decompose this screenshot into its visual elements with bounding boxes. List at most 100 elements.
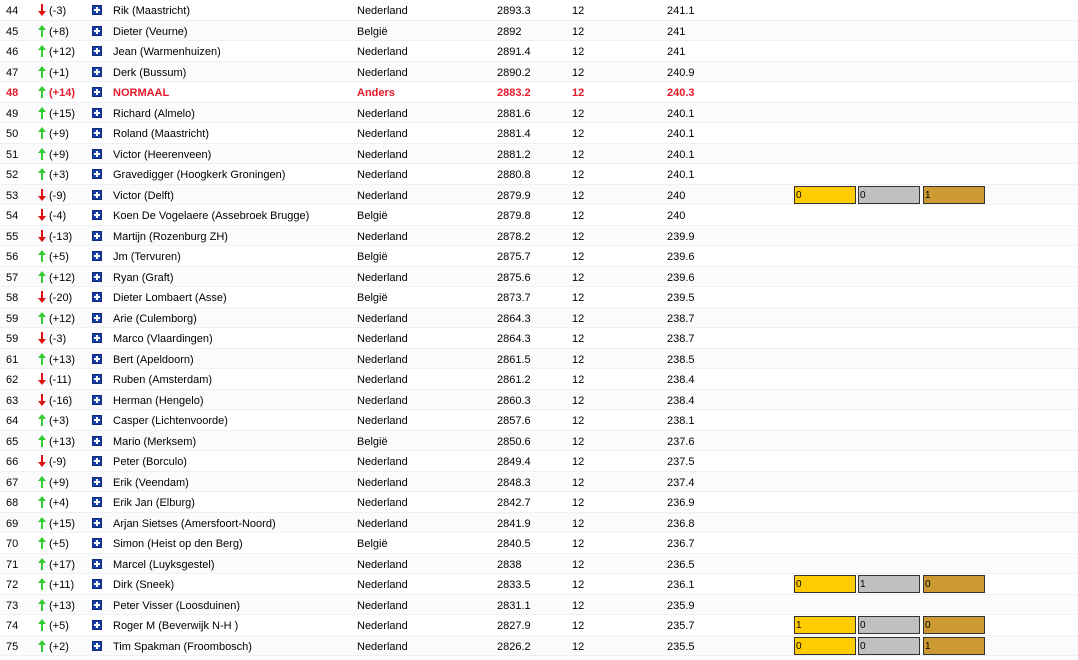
profile-link[interactable] xyxy=(92,615,104,635)
rank-change-value: (+15) xyxy=(49,517,75,530)
flag-icon[interactable] xyxy=(92,435,102,446)
table-row: 67 (+9) Erik (Veendam) Nederland 2848.3 12 237… xyxy=(0,471,1078,492)
profile-link[interactable] xyxy=(92,103,104,123)
profile-link[interactable] xyxy=(92,226,104,246)
rank-change-value: (-3) xyxy=(49,333,67,345)
rank-cell: 47 xyxy=(6,66,19,79)
profile-link[interactable] xyxy=(92,390,104,410)
flag-icon[interactable] xyxy=(92,558,102,569)
profile-link[interactable] xyxy=(92,451,104,471)
profile-link[interactable] xyxy=(92,205,104,225)
flag-icon[interactable] xyxy=(92,517,102,528)
profile-link[interactable] xyxy=(92,554,104,574)
profile-link[interactable] xyxy=(92,287,104,307)
flag-icon[interactable] xyxy=(92,415,102,425)
flag-icon[interactable] xyxy=(92,497,102,507)
profile-link[interactable] xyxy=(92,513,104,533)
average-cell: 240.9 xyxy=(667,66,695,79)
profile-link[interactable] xyxy=(92,82,104,102)
profile-link[interactable] xyxy=(92,410,104,430)
rank-cell: 58 xyxy=(6,292,19,304)
rank-change-value: (+14) xyxy=(49,87,75,99)
flag-icon[interactable] xyxy=(92,87,102,97)
profile-link[interactable] xyxy=(92,144,104,164)
games-cell: 12 xyxy=(572,230,585,243)
flag-icon[interactable] xyxy=(92,107,102,118)
profile-link[interactable] xyxy=(92,472,104,492)
profile-link[interactable] xyxy=(92,533,104,553)
player-name: Derk (Bussum) xyxy=(113,66,187,79)
flag-icon[interactable] xyxy=(92,5,102,15)
profile-link[interactable] xyxy=(92,164,104,184)
table-row: 75 (+2) Tim Spakman (Froombosch) Nederland 2… xyxy=(0,635,1078,656)
total-score-cell: 2833.5 xyxy=(497,579,531,591)
flag-icon[interactable] xyxy=(92,46,102,56)
average-cell: 240.1 xyxy=(667,107,695,120)
flag-icon[interactable] xyxy=(92,579,102,589)
flag-icon[interactable] xyxy=(92,230,102,241)
country-cell: België xyxy=(357,435,388,448)
flag-icon[interactable] xyxy=(92,333,102,343)
flag-icon[interactable] xyxy=(92,169,102,179)
profile-link[interactable] xyxy=(92,574,104,594)
arrow-up-icon xyxy=(38,578,46,590)
profile-link[interactable] xyxy=(92,595,104,615)
profile-link[interactable] xyxy=(92,123,104,143)
rank-change-value: (+13) xyxy=(49,435,75,448)
arrow-up-icon xyxy=(38,598,46,611)
country-cell: Nederland xyxy=(357,497,408,509)
country-cell: Nederland xyxy=(357,271,408,284)
total-score-cell: 2857.6 xyxy=(497,415,531,427)
profile-link[interactable] xyxy=(92,21,104,41)
rank-cell: 59 xyxy=(6,312,19,325)
profile-link[interactable] xyxy=(92,431,104,451)
profile-link[interactable] xyxy=(92,369,104,389)
flag-icon[interactable] xyxy=(92,25,102,36)
gold-medal-count: 0 xyxy=(794,185,856,204)
table-row: 57 (+12) Ryan (Graft) Nederland 2875.6 12 239.… xyxy=(0,266,1078,287)
flag-icon[interactable] xyxy=(92,66,102,77)
total-score-cell: 2880.8 xyxy=(497,169,531,181)
profile-link[interactable] xyxy=(92,267,104,287)
total-score-cell: 2864.3 xyxy=(497,333,531,345)
flag-icon[interactable] xyxy=(92,128,102,138)
average-cell: 235.9 xyxy=(667,599,695,612)
profile-link[interactable] xyxy=(92,328,104,348)
flag-icon[interactable] xyxy=(92,251,102,261)
flag-icon[interactable] xyxy=(92,353,102,364)
flag-icon[interactable] xyxy=(92,620,102,630)
rank-change-value: (+13) xyxy=(49,599,75,612)
profile-link[interactable] xyxy=(92,308,104,328)
profile-link[interactable] xyxy=(92,492,104,512)
flag-icon[interactable] xyxy=(92,210,102,220)
profile-link[interactable] xyxy=(92,349,104,369)
profile-link[interactable] xyxy=(92,62,104,82)
flag-icon[interactable] xyxy=(92,640,102,651)
profile-link[interactable] xyxy=(92,0,104,20)
flag-icon[interactable] xyxy=(92,292,102,302)
flag-icon[interactable] xyxy=(92,456,102,466)
rank-cell: 66 xyxy=(6,456,19,468)
average-cell: 236.9 xyxy=(667,497,695,509)
flag-icon[interactable] xyxy=(92,538,102,548)
rank-change-arrow xyxy=(37,533,47,553)
flag-icon[interactable] xyxy=(92,374,102,384)
flag-icon[interactable] xyxy=(92,271,102,282)
table-row: 64 (+3) Casper (Lichtenvoorde) Nederland 285… xyxy=(0,410,1078,431)
flag-icon[interactable] xyxy=(92,312,102,323)
flag-icon[interactable] xyxy=(92,189,102,200)
profile-link[interactable] xyxy=(92,41,104,61)
flag-icon[interactable] xyxy=(92,599,102,610)
rank-change-value: (+1) xyxy=(49,66,69,79)
flag-icon[interactable] xyxy=(92,394,102,405)
flag-icon[interactable] xyxy=(92,476,102,487)
rank-change-value: (-4) xyxy=(49,210,67,222)
country-cell: Nederland xyxy=(357,333,408,345)
table-row-highlighted: 48 (+14) NORMAAL Anders 2883.2 12 240.3 xyxy=(0,82,1078,103)
profile-link[interactable] xyxy=(92,185,104,205)
average-cell: 238.1 xyxy=(667,415,695,427)
profile-link[interactable] xyxy=(92,636,104,656)
profile-link[interactable] xyxy=(92,246,104,266)
flag-icon[interactable] xyxy=(92,148,102,159)
average-cell: 239.9 xyxy=(667,230,695,243)
